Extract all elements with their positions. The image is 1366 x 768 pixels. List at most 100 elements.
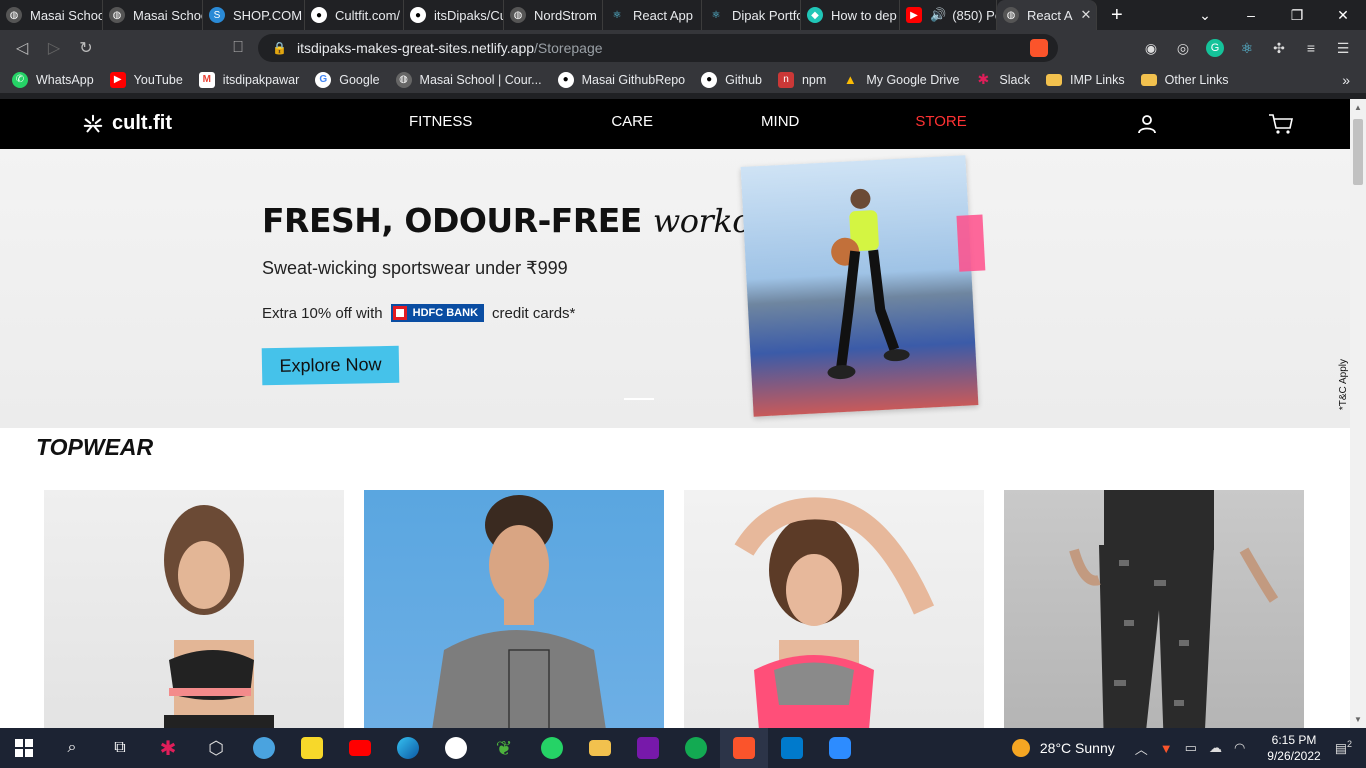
brave-icon[interactable] xyxy=(720,728,768,768)
slack-icon[interactable]: ✱ xyxy=(144,728,192,768)
nav-mind[interactable]: MIND xyxy=(761,113,799,130)
browser-tab-active[interactable]: ◍ React A ✕ xyxy=(997,0,1097,30)
minimize-button[interactable]: – xyxy=(1228,7,1274,23)
bookmark-npm[interactable]: n npm xyxy=(777,71,826,88)
grammarly-icon[interactable]: G xyxy=(1206,39,1224,57)
browser-tab[interactable]: ● Cultfit.com/ xyxy=(305,0,404,30)
browser-tab[interactable]: ● itsDipaks/Cu xyxy=(404,0,504,30)
back-icon[interactable]: ◁ xyxy=(6,38,38,58)
product-card[interactable] xyxy=(684,490,984,728)
product-card[interactable] xyxy=(1004,490,1304,728)
github-icon: ● xyxy=(701,71,718,88)
reload-icon[interactable]: ↻ xyxy=(70,38,102,58)
product-card[interactable] xyxy=(44,490,344,728)
page-scrollbar[interactable]: ▲ ▼ xyxy=(1350,99,1366,728)
task-view-icon[interactable]: ⧉ xyxy=(96,728,144,768)
paint-icon[interactable] xyxy=(240,728,288,768)
bookmark-drive[interactable]: ▲ My Google Drive xyxy=(842,72,960,88)
user-icon[interactable] xyxy=(1137,114,1157,134)
site-logo[interactable]: cult.fit xyxy=(82,112,172,135)
edge-icon[interactable] xyxy=(384,728,432,768)
close-window-button[interactable]: ✕ xyxy=(1320,7,1366,24)
network-icon[interactable]: ☁ xyxy=(1209,740,1222,756)
scroll-thumb[interactable] xyxy=(1353,119,1363,185)
bookmark-folder-other[interactable]: Other Links xyxy=(1140,73,1229,87)
brave-tray-icon[interactable]: ▼ xyxy=(1160,741,1173,756)
nav-fitness[interactable]: FITNESS xyxy=(409,113,472,130)
site-header: cult.fit FITNESS CARE MIND STORE xyxy=(0,99,1350,149)
browser-tab[interactable]: ◍ Masai Schoo xyxy=(103,0,203,30)
url-bar[interactable]: 🔒 itsdipaks-makes-great-sites.netlify.ap… xyxy=(258,34,1058,62)
browser-tab[interactable]: ◆ How to dep xyxy=(801,0,900,30)
bookmark-gmail[interactable]: Mitsdipakpawar xyxy=(198,71,299,88)
battery-icon[interactable]: ▭ xyxy=(1185,740,1197,756)
3d-viewer-icon[interactable]: ⬡ xyxy=(192,728,240,768)
system-tray: 28°C Sunny ︿ ▼ ▭ ☁ ◠ 6:15 PM 9/26/2022 ▤… xyxy=(1011,728,1366,768)
new-tab-button[interactable]: + xyxy=(1111,4,1123,27)
browser-tab[interactable]: ⚛ Dipak Portfo xyxy=(702,0,801,30)
bookmark-google[interactable]: G Google xyxy=(315,71,380,88)
notifications-icon[interactable]: ▤2 xyxy=(1335,739,1352,756)
bookmark-masai[interactable]: ◍ Masai School | Cour... xyxy=(395,71,542,88)
clock[interactable]: 6:15 PM 9/26/2022 xyxy=(1267,732,1320,764)
scroll-down-icon[interactable]: ▼ xyxy=(1354,715,1362,724)
banner-subline: Sweat-wicking sportswear under ₹999 xyxy=(262,258,568,278)
browser-tab[interactable]: ⚛ React App xyxy=(603,0,702,30)
explore-now-button[interactable]: Explore Now xyxy=(261,345,400,386)
window-controls: ⌄ – ❐ ✕ xyxy=(1182,0,1366,30)
maximize-button[interactable]: ❐ xyxy=(1274,7,1320,24)
whatsapp-icon[interactable] xyxy=(528,728,576,768)
mongodb-compass-icon[interactable] xyxy=(672,728,720,768)
vscode-icon[interactable] xyxy=(768,728,816,768)
close-tab-icon[interactable]: ✕ xyxy=(1081,7,1092,23)
bookmark-github[interactable]: ● Github xyxy=(701,71,762,88)
windows-start-icon[interactable] xyxy=(0,728,48,768)
extension-icon[interactable]: ◎ xyxy=(1174,39,1192,57)
browser-tab[interactable]: ◍ Masai Schoo xyxy=(0,0,103,30)
bookmark-icon[interactable]: ⎕ xyxy=(222,39,254,57)
bookmark-folder-imp[interactable]: IMP Links xyxy=(1045,73,1125,87)
weather-widget[interactable]: 28°C Sunny xyxy=(1011,739,1115,757)
cart-icon[interactable] xyxy=(1268,113,1294,135)
extensions-area: ◉ ◎ G ⚛ ✣ ≡ ☰ xyxy=(1142,30,1366,66)
react-icon: ⚛ xyxy=(711,9,721,21)
media-icon[interactable]: ≡ xyxy=(1302,39,1320,57)
browser-tab[interactable]: ▶🔊(850) Pe xyxy=(900,0,997,30)
github-icon[interactable] xyxy=(432,728,480,768)
zoom-icon[interactable] xyxy=(816,728,864,768)
bookmark-youtube[interactable]: ▶ YouTube xyxy=(109,71,183,88)
promo-banner[interactable]: FRESH, ODOUR-FREE workouts Sweat-wicking… xyxy=(0,149,1350,428)
globe-icon: ◍ xyxy=(1003,7,1019,23)
google-icon: G xyxy=(315,71,332,88)
search-icon[interactable]: ⌕ xyxy=(48,728,96,768)
wifi-icon[interactable]: ◠ xyxy=(1234,740,1245,756)
tab-search-icon[interactable]: ⌄ xyxy=(1182,7,1228,24)
scroll-up-icon[interactable]: ▲ xyxy=(1354,103,1362,112)
browser-tab[interactable]: ◍ NordStrom xyxy=(504,0,603,30)
nav-care[interactable]: CARE xyxy=(611,113,653,130)
bookmarks-bar: ✆ WhatsApp ▶ YouTube Mitsdipakpawar G Googl… xyxy=(0,66,1366,94)
nav-store[interactable]: STORE xyxy=(915,113,966,130)
browser-tab[interactable]: S SHOP.COM xyxy=(203,0,305,30)
main-nav: FITNESS CARE MIND STORE xyxy=(409,113,967,130)
bookmark-whatsapp[interactable]: ✆ WhatsApp xyxy=(12,71,94,88)
onenote-icon[interactable] xyxy=(624,728,672,768)
react-devtools-icon[interactable]: ⚛ xyxy=(1238,39,1256,57)
youtube-icon[interactable] xyxy=(336,728,384,768)
carousel-indicator[interactable] xyxy=(624,398,654,400)
product-card[interactable] xyxy=(364,490,664,728)
forward-icon[interactable]: ▷ xyxy=(38,38,70,58)
chevron-up-icon[interactable]: ︿ xyxy=(1135,739,1148,758)
extension-icon[interactable]: ◉ xyxy=(1142,39,1160,57)
more-bookmarks-icon[interactable]: » xyxy=(1342,72,1350,88)
sticky-notes-icon[interactable] xyxy=(288,728,336,768)
menu-icon[interactable]: ☰ xyxy=(1334,39,1352,57)
file-explorer-icon[interactable] xyxy=(576,728,624,768)
bookmark-slack[interactable]: ✱ Slack xyxy=(975,71,1030,88)
globe-icon: ◍ xyxy=(395,71,412,88)
mongodb-icon[interactable]: ❦ xyxy=(480,728,528,768)
brave-shields-icon[interactable] xyxy=(1030,39,1048,57)
puzzle-icon[interactable]: ✣ xyxy=(1270,39,1288,57)
section-title: TOPWEAR xyxy=(36,434,154,460)
bookmark-masai-github[interactable]: ● Masai GithubRepo xyxy=(557,71,685,88)
